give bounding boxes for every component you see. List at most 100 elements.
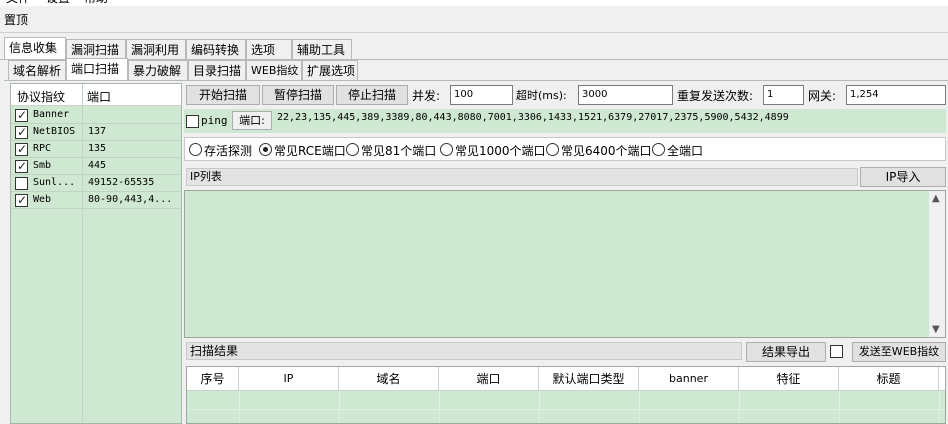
- list-item[interactable]: Web 80-90,443,4...: [11, 192, 181, 209]
- protocol-name: RPC: [33, 143, 52, 154]
- scan-result-header: 扫描结果: [186, 342, 742, 360]
- radio-all-ports[interactable]: [652, 143, 665, 156]
- checkbox[interactable]: [15, 142, 28, 156]
- checkbox[interactable]: [15, 159, 28, 173]
- ip-list-textarea[interactable]: ▲ ▼: [184, 190, 946, 338]
- gateway-field[interactable]: 1,254: [846, 85, 946, 105]
- retry-label: 重复发送次数:: [677, 89, 754, 103]
- grid-line: [839, 391, 840, 423]
- grid-line: [239, 391, 240, 423]
- list-item[interactable]: NetBIOS 137: [11, 124, 181, 141]
- ping-label: ping: [201, 114, 228, 127]
- tab-port-scan[interactable]: 端口扫描: [66, 58, 128, 80]
- col-title[interactable]: 标题: [839, 367, 939, 391]
- export-results-button[interactable]: 结果导出: [746, 342, 826, 362]
- tab-extended-options[interactable]: 扩展选项: [302, 60, 358, 80]
- ports-input[interactable]: 22,23,135,445,389,3389,80,443,8080,7001,…: [277, 112, 789, 123]
- timeout-field[interactable]: 3000: [578, 85, 673, 105]
- divider: [0, 32, 948, 33]
- scroll-up-icon[interactable]: ▲: [932, 193, 940, 204]
- grid-line: [539, 391, 540, 423]
- tab-aux-tools[interactable]: 辅助工具: [292, 39, 352, 59]
- menu-bar: 文件 设置 帮助: [0, 0, 948, 6]
- list-item[interactable]: RPC 135: [11, 141, 181, 158]
- port-value: 137: [88, 126, 107, 137]
- radio-common-81-ports[interactable]: [346, 143, 359, 156]
- radio-label: 存活探测: [204, 144, 253, 158]
- col-default-port-type[interactable]: 默认端口类型: [539, 367, 639, 391]
- radio-common-rce-ports[interactable]: [259, 143, 272, 156]
- radio-common-6400-ports[interactable]: [546, 143, 559, 156]
- col-feature[interactable]: 特征: [739, 367, 839, 391]
- grid-line: [639, 391, 640, 423]
- tab-vuln-exploit[interactable]: 漏洞利用: [126, 39, 186, 59]
- menu-file[interactable]: 文件: [6, 0, 30, 4]
- col-port-header[interactable]: 端口: [87, 88, 111, 105]
- protocol-name: Web: [33, 194, 52, 205]
- tab-dir-scan[interactable]: 目录扫描: [188, 60, 246, 80]
- checkbox[interactable]: [15, 108, 28, 122]
- tab-encoding[interactable]: 编码转换: [186, 39, 246, 59]
- timeout-label: 超时(ms):: [516, 89, 567, 102]
- protocol-port-list[interactable]: 协议指纹 端口 Banner NetBIOS 137 RPC 135 Smb 4…: [10, 83, 182, 424]
- col-port[interactable]: 端口: [439, 367, 539, 391]
- radio-label: 常见6400个端口: [561, 144, 652, 158]
- checkbox[interactable]: [15, 193, 28, 207]
- tab-brute-force[interactable]: 暴力破解: [128, 60, 188, 80]
- pause-scan-button[interactable]: 暂停扫描: [262, 85, 334, 105]
- protocol-name: Banner: [33, 109, 70, 120]
- ip-import-button[interactable]: IP导入: [860, 167, 946, 187]
- send-to-web-checkbox[interactable]: [830, 345, 843, 358]
- tab-info-gathering[interactable]: 信息收集: [4, 37, 66, 59]
- ip-list-scrollbar[interactable]: ▲ ▼: [929, 191, 945, 337]
- list-header: 协议指纹 端口: [11, 84, 181, 106]
- tab-web-fingerprint[interactable]: WEB指纹: [246, 60, 302, 80]
- gateway-label: 网关:: [808, 89, 837, 103]
- radio-alive-probe[interactable]: [189, 143, 202, 156]
- protocol-name: Smb: [33, 160, 52, 171]
- checkbox[interactable]: [15, 125, 28, 139]
- radio-label: 常见1000个端口: [455, 144, 546, 158]
- checkbox[interactable]: [15, 177, 28, 190]
- scan-result-table[interactable]: 序号 IP 域名 端口 默认端口类型 banner 特征 标题: [186, 366, 946, 424]
- result-table-header: 序号 IP 域名 端口 默认端口类型 banner 特征 标题: [187, 367, 945, 391]
- radio-label: 全端口: [667, 144, 704, 158]
- port-value: 80-90,443,4...: [88, 194, 173, 205]
- ports-label[interactable]: 端口:: [232, 111, 272, 130]
- col-banner[interactable]: banner: [639, 367, 739, 391]
- ip-list-header: IP列表: [186, 168, 858, 186]
- retry-field[interactable]: 1: [763, 85, 804, 105]
- radio-label: 常见RCE端口: [274, 144, 346, 158]
- protocol-name: Sunl...: [33, 177, 76, 188]
- tab-domain-resolve[interactable]: 域名解析: [8, 60, 66, 80]
- tab-options[interactable]: 选项: [246, 39, 292, 59]
- grid-line: [939, 391, 940, 423]
- radio-common-1000-ports[interactable]: [440, 143, 453, 156]
- col-protocol-header[interactable]: 协议指纹: [17, 88, 65, 105]
- ping-checkbox[interactable]: [186, 115, 199, 128]
- protocol-name: NetBIOS: [33, 126, 76, 137]
- concurrency-field[interactable]: 100: [450, 85, 513, 105]
- col-index[interactable]: 序号: [187, 367, 239, 391]
- tab-vuln-scan[interactable]: 漏洞扫描: [66, 39, 126, 59]
- list-item[interactable]: Sunl... 49152-65535: [11, 175, 181, 192]
- col-domain[interactable]: 域名: [339, 367, 439, 391]
- scroll-down-icon[interactable]: ▼: [932, 324, 940, 335]
- stop-scan-button[interactable]: 停止扫描: [336, 85, 408, 105]
- grid-line: [187, 409, 945, 410]
- port-value: 445: [88, 160, 107, 171]
- concurrency-label: 并发:: [412, 89, 441, 103]
- port-value: 49152-65535: [88, 177, 155, 188]
- topmost-toggle[interactable]: 置顶: [4, 11, 28, 28]
- grid-line: [439, 391, 440, 423]
- list-item[interactable]: Banner: [11, 107, 181, 124]
- port-range-options: 存活探测 常见RCE端口 常见81个端口 常见1000个端口 常见6400个端口…: [184, 137, 946, 161]
- radio-label: 常见81个端口: [361, 144, 437, 158]
- col-ip[interactable]: IP: [239, 367, 339, 391]
- send-to-web-fingerprint-button[interactable]: 发送至WEB指纹: [852, 342, 946, 362]
- menu-settings[interactable]: 设置: [46, 0, 70, 4]
- menu-help[interactable]: 帮助: [84, 0, 108, 4]
- port-value: 135: [88, 143, 107, 154]
- list-item[interactable]: Smb 445: [11, 158, 181, 175]
- start-scan-button[interactable]: 开始扫描: [186, 85, 260, 105]
